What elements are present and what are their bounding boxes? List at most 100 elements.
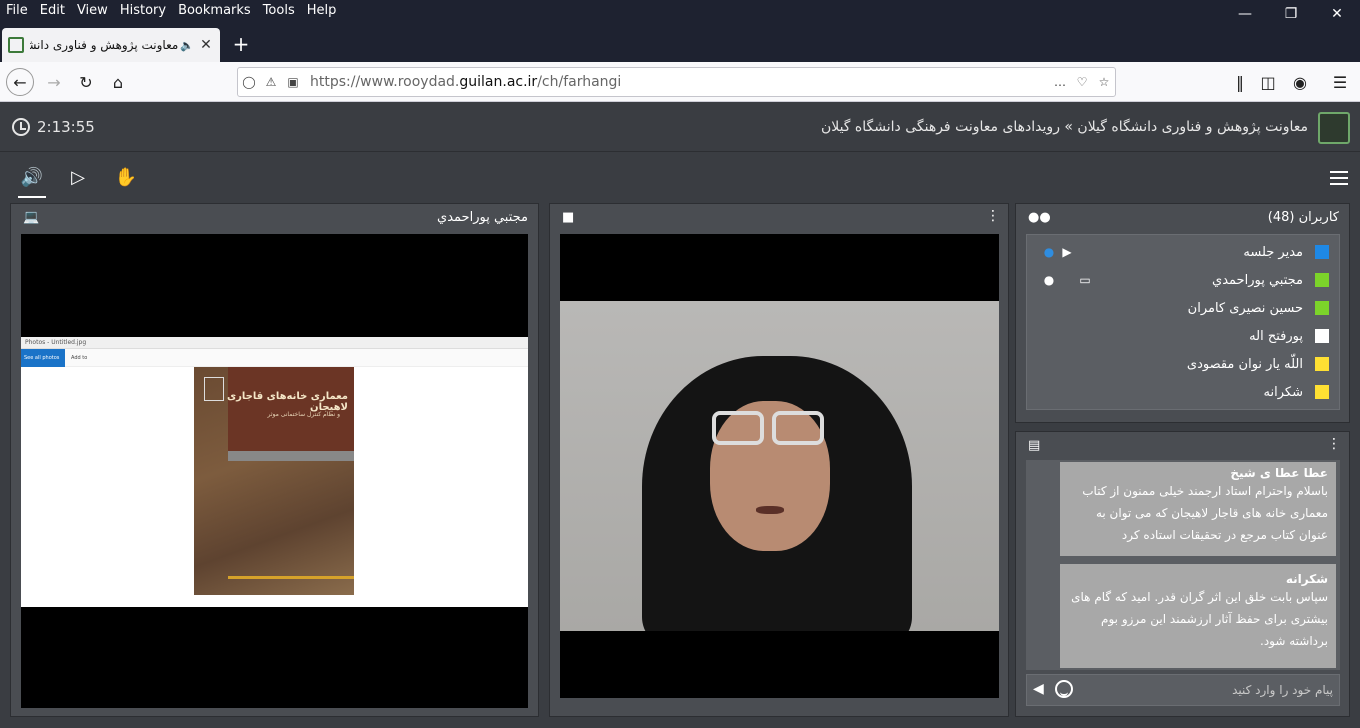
user-row[interactable]: مدير جلسه ● ▶ bbox=[1027, 239, 1339, 267]
glasses-right bbox=[772, 411, 824, 445]
screenshare-panel: 💻 مجتبي پوراحمدي Photos - Untitled.jpg S… bbox=[10, 203, 539, 717]
webcam-panel: ■ ⋮ bbox=[549, 203, 1009, 717]
chat-messages: عطا عطا ی شیخ باسلام واحترام استاد ارجمن… bbox=[1026, 460, 1340, 670]
shared-screen: Photos - Untitled.jpg See all photos Add… bbox=[21, 337, 528, 607]
user-name: حسين نصيرى كامران bbox=[1187, 301, 1303, 316]
speaker-icon[interactable]: 🔊 bbox=[18, 165, 46, 198]
site-favicon-icon bbox=[8, 37, 24, 53]
shared-window-toolbar: See all photos Add to bbox=[21, 349, 528, 367]
reload-icon[interactable]: ↻ bbox=[72, 68, 100, 96]
menu-view[interactable]: View bbox=[71, 0, 114, 22]
camera-icon[interactable]: ▶ bbox=[1059, 245, 1075, 261]
menu-bar: File Edit View History Bookmarks Tools H… bbox=[0, 0, 1360, 22]
shared-window-title: Photos - Untitled.jpg bbox=[21, 337, 528, 349]
users-header: ●● کاربران (48) bbox=[1016, 204, 1349, 232]
shield-icon[interactable]: ◯ bbox=[238, 75, 260, 89]
add-to-button: Add to bbox=[71, 355, 88, 361]
menu-tools[interactable]: Tools bbox=[257, 0, 301, 22]
user-row[interactable]: مجتبي پوراحمدي ● ▭ bbox=[1027, 267, 1339, 295]
screenshare-video[interactable]: Photos - Untitled.jpg See all photos Add… bbox=[21, 234, 528, 708]
user-row[interactable]: حسين نصيرى كامران bbox=[1027, 295, 1339, 323]
menu-edit[interactable]: Edit bbox=[34, 0, 71, 22]
chat-header: ▤ ⋮ bbox=[1016, 432, 1349, 460]
tab-bar: معاونت پژوهش و فناوری دانشگاه 🔈 ✕ + bbox=[0, 22, 1360, 62]
user-row[interactable]: اللّه يار نوان مقصودی bbox=[1027, 351, 1339, 379]
play-video-icon[interactable]: ▷ bbox=[66, 165, 90, 189]
chat-message: عطا عطا ی شیخ باسلام واحترام استاد ارجمن… bbox=[1060, 462, 1336, 556]
chat-options-icon[interactable]: ⋮ bbox=[1327, 437, 1341, 451]
user-icon bbox=[1315, 329, 1329, 343]
account-icon[interactable]: ◉ bbox=[1286, 68, 1314, 96]
menu-history[interactable]: History bbox=[114, 0, 172, 22]
timer-text: 2:13:55 bbox=[37, 118, 95, 136]
tab-close-icon[interactable]: ✕ bbox=[198, 37, 214, 53]
microphone-icon[interactable]: ● bbox=[1041, 245, 1057, 261]
back-icon[interactable]: ← bbox=[6, 68, 34, 96]
pocket-icon[interactable]: ♡ bbox=[1071, 75, 1093, 89]
message-text: سپاس بابت خلق این اثر گران قدر. امید که … bbox=[1071, 590, 1328, 648]
message-sender: شکرانه bbox=[1285, 572, 1328, 586]
user-name: مدير جلسه bbox=[1243, 245, 1303, 260]
new-tab-icon[interactable]: + bbox=[228, 32, 254, 56]
webcam-video[interactable] bbox=[560, 234, 999, 698]
emoji-icon[interactable] bbox=[1055, 680, 1073, 698]
permissions-icon[interactable]: ▣ bbox=[282, 75, 304, 89]
user-name: شکرانه bbox=[1263, 385, 1303, 400]
forward-icon[interactable]: → bbox=[40, 68, 68, 96]
speaker-icon[interactable]: 🔈 bbox=[180, 39, 194, 52]
hamburger-menu-icon[interactable] bbox=[1330, 171, 1348, 185]
message-sender: عطا عطا ی شیخ bbox=[1230, 466, 1328, 480]
laptop-icon: 💻 bbox=[23, 210, 40, 225]
user-name: اللّه يار نوان مقصودی bbox=[1186, 357, 1303, 372]
url-bar[interactable]: ◯ ⚠ ▣ https://www.rooydad.guilan.ac.ir/c… bbox=[237, 67, 1116, 97]
university-logo bbox=[1318, 112, 1350, 144]
users-title: کاربران (48) bbox=[1267, 210, 1339, 225]
send-icon[interactable]: ◀ bbox=[1033, 681, 1051, 699]
user-row[interactable]: شکرانه bbox=[1027, 379, 1339, 407]
library-icon[interactable]: ‖ bbox=[1226, 68, 1254, 96]
microphone-icon[interactable]: ● bbox=[1041, 273, 1057, 289]
url-text[interactable]: https://www.rooydad.guilan.ac.ir/ch/farh… bbox=[304, 74, 1049, 90]
chat-input-bar: ◀ bbox=[1026, 674, 1340, 706]
user-row[interactable]: پورفتح اله bbox=[1027, 323, 1339, 351]
sidebar-icon[interactable]: ◫ bbox=[1254, 68, 1282, 96]
chat-panel: ▤ ⋮ عطا عطا ی شیخ باسلام واحترام استاد ا… bbox=[1015, 431, 1350, 717]
home-icon[interactable]: ⌂ bbox=[104, 68, 132, 96]
webcam-image bbox=[560, 301, 999, 631]
webcam-options-icon[interactable]: ⋮ bbox=[986, 209, 1000, 223]
meeting-toolbar: 🔊 ▷ ✋ bbox=[0, 153, 1360, 201]
presenter-name: مجتبي پوراحمدي bbox=[437, 210, 528, 225]
user-icon bbox=[1315, 245, 1329, 259]
book-subtitle: و نظام کنترل ساختمانی موثر bbox=[267, 411, 340, 418]
message-text: باسلام واحترام استاد ارجمند خیلی ممنون ا… bbox=[1082, 484, 1328, 542]
screen-share-icon[interactable]: ▭ bbox=[1077, 273, 1093, 289]
book-gold-stripe bbox=[228, 576, 354, 579]
chat-input[interactable] bbox=[1077, 679, 1333, 701]
breadcrumb: معاونت پژوهش و فناوری دانشگاه گیلان » رو… bbox=[820, 119, 1308, 135]
speaker-mouth bbox=[756, 506, 784, 514]
app-menu-icon[interactable]: ☰ bbox=[1326, 68, 1354, 96]
book-cover: معماری خانه‌های قاجاری لاهیجان و نظام کن… bbox=[194, 367, 354, 595]
clock-icon bbox=[12, 118, 30, 136]
bookmark-star-icon[interactable]: ☆ bbox=[1093, 75, 1115, 89]
lock-warning-icon[interactable]: ⚠ bbox=[260, 75, 282, 89]
user-icon bbox=[1315, 357, 1329, 371]
webcam-header: ■ ⋮ bbox=[550, 204, 1008, 232]
user-icon bbox=[1315, 273, 1329, 287]
user-name: پورفتح اله bbox=[1249, 329, 1303, 344]
user-icon bbox=[1315, 385, 1329, 399]
app-header: 2:13:55 معاونت پژوهش و فناوری دانشگاه گی… bbox=[0, 102, 1360, 152]
menu-bookmarks[interactable]: Bookmarks bbox=[172, 0, 257, 22]
user-icon bbox=[1315, 301, 1329, 315]
menu-file[interactable]: File bbox=[0, 0, 34, 22]
session-timer: 2:13:55 bbox=[12, 118, 95, 136]
menu-help[interactable]: Help bbox=[301, 0, 343, 22]
glasses-left bbox=[712, 411, 764, 445]
see-all-photos-button: See all photos bbox=[21, 349, 65, 367]
book-title: معماری خانه‌های قاجاری لاهیجان bbox=[226, 391, 348, 413]
more-icon[interactable]: … bbox=[1049, 75, 1071, 89]
user-list: مدير جلسه ● ▶ مجتبي پوراحمدي ● ▭ حسين نص… bbox=[1026, 234, 1340, 410]
raise-hand-icon[interactable]: ✋ bbox=[114, 165, 138, 189]
chat-message: شکرانه سپاس بابت خلق این اثر گران قدر. ا… bbox=[1060, 564, 1336, 668]
browser-tab[interactable]: معاونت پژوهش و فناوری دانشگاه 🔈 ✕ bbox=[2, 28, 220, 62]
